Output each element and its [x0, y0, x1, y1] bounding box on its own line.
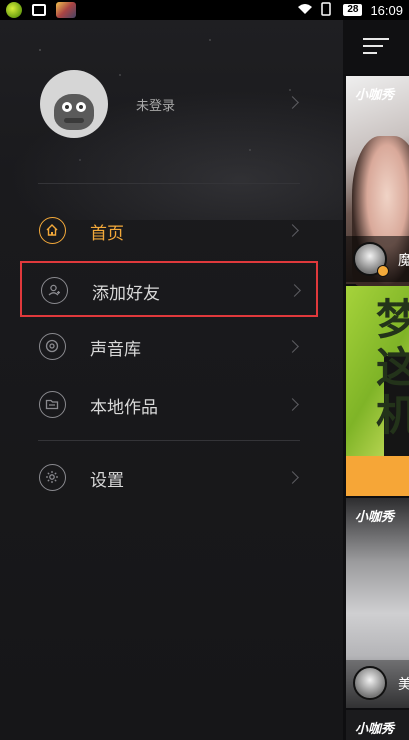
sound-library-icon	[39, 333, 66, 360]
hamburger-menu-icon[interactable]	[363, 38, 389, 54]
game-notification-icon	[56, 2, 76, 18]
add-friend-icon	[41, 277, 68, 304]
menu-item-settings[interactable]: 设置	[20, 450, 318, 506]
login-status-text[interactable]: 未登录	[136, 95, 175, 114]
app-notification-icon	[6, 2, 22, 18]
menu-item-local-works[interactable]: 本地作品	[20, 377, 318, 433]
menu-item-label: 添加好友	[92, 284, 160, 304]
menu-item-label: 首页	[90, 224, 124, 244]
creator-name: 美	[398, 677, 409, 693]
brand-watermark: 小咖秀	[355, 510, 395, 525]
battery-indicator: 28	[343, 4, 363, 16]
video-card[interactable]: 小咖秀	[346, 710, 409, 740]
chevron-right-icon	[286, 471, 299, 484]
brand-watermark: 小咖秀	[355, 88, 395, 103]
gear-icon	[39, 464, 66, 491]
creator-name: 魔	[398, 253, 409, 269]
folder-icon	[39, 391, 66, 418]
video-card[interactable]: 梦 这 机	[346, 286, 409, 474]
wifi-icon	[297, 3, 313, 18]
main-feed[interactable]: 小咖秀 魔 梦 这 机 小咖秀 美 小咖秀	[343, 20, 409, 740]
navigation-drawer: 未登录 首页 添加好友 声音库 本地作品 设置	[0, 20, 343, 740]
chevron-right-icon	[286, 340, 299, 353]
menu-item-label: 设置	[90, 471, 124, 491]
signal-icon	[321, 1, 335, 19]
chevron-right-icon	[286, 398, 299, 411]
verified-badge-icon	[377, 265, 389, 277]
menu-item-label: 本地作品	[90, 398, 158, 418]
chevron-right-icon	[286, 224, 299, 237]
screenshot-icon	[32, 4, 46, 16]
video-card-footer: 美	[346, 660, 409, 708]
creator-avatar[interactable]	[353, 666, 387, 700]
menu-item-sound-library[interactable]: 声音库	[20, 319, 318, 375]
status-bar: 28 16:09	[0, 0, 409, 20]
chevron-right-icon	[288, 284, 301, 297]
menu-item-add-friend[interactable]: 添加好友	[20, 261, 318, 317]
feed-top-bar	[343, 20, 409, 74]
avatar-face-icon	[54, 94, 94, 130]
home-icon	[39, 217, 66, 244]
avatar[interactable]	[40, 70, 108, 138]
clock: 16:09	[370, 2, 403, 18]
video-card-footer: 魔	[346, 236, 409, 282]
divider	[38, 183, 300, 184]
menu-item-label: 声音库	[90, 340, 141, 360]
video-card-banner	[346, 456, 409, 496]
divider	[38, 440, 300, 441]
banner-text: 梦 这 机	[376, 295, 409, 440]
brand-watermark: 小咖秀	[355, 722, 395, 737]
menu-item-home[interactable]: 首页	[20, 203, 318, 259]
